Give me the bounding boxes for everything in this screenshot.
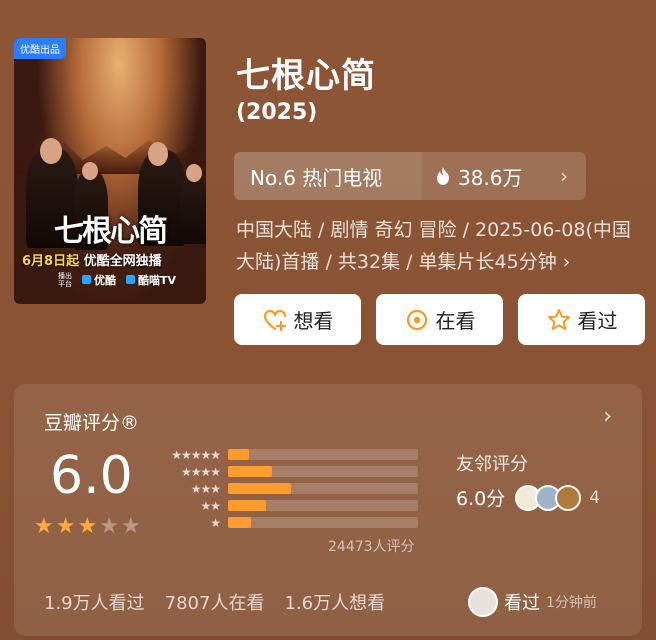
- action-buttons: 想看 在看 看过: [234, 294, 645, 345]
- heat-indicator: 38.6万 ›: [422, 162, 586, 191]
- chevron-right-icon: ›: [560, 164, 568, 188]
- star-empty-icon: ★: [120, 514, 141, 539]
- youku-original-badge: 优酷出品: [14, 38, 66, 59]
- avatar: [468, 587, 498, 617]
- recent-action: 看过: [504, 593, 540, 614]
- rating-bar-row: ★: [162, 514, 418, 531]
- rating-bar-fill: [228, 517, 251, 528]
- star-empty-icon: ★: [99, 514, 119, 539]
- poster-title-art: 七根心简: [54, 214, 168, 249]
- poster-face-back: [82, 162, 98, 180]
- recent-time: 1分钟前: [546, 595, 597, 611]
- rating-bar-fill: [228, 500, 266, 511]
- rating-bar-stars: ★★★: [190, 481, 221, 496]
- watched-count[interactable]: 1.9万人看过: [44, 589, 145, 615]
- show-meta-info[interactable]: 中国大陆 / 剧情 奇幻 冒险 / 2025-06-08(中国大陆)首播 / 共…: [236, 214, 636, 278]
- show-title: 七根心简: [236, 56, 376, 96]
- show-year: (2025): [236, 100, 318, 125]
- rating-bar-row: ★★★★★: [162, 446, 418, 463]
- rating-bar-fill: [228, 483, 291, 494]
- star-outline-icon: [547, 308, 570, 330]
- rating-bar-fill: [228, 466, 272, 477]
- poster-figure-right: [180, 174, 206, 244]
- watched-button[interactable]: 看过: [518, 294, 645, 345]
- douban-rating-heading: 豆瓣评分®: [44, 412, 140, 434]
- ranking-label: No.6 热门电视: [234, 152, 422, 200]
- rating-bar-track: [228, 449, 418, 460]
- rating-bar-track: [228, 483, 418, 494]
- rating-bar-stars: ★★: [200, 498, 221, 513]
- poster-image[interactable]: 优酷出品 七根心简 6月8日起 优酷全网独播 播出平台 优酷 酷喵TV: [14, 38, 206, 304]
- poster-face-left: [40, 138, 62, 164]
- want-count[interactable]: 1.6万人想看: [284, 589, 385, 615]
- circle-dot-icon: [406, 309, 427, 330]
- recent-activity[interactable]: 看过 1分钟前: [468, 587, 597, 617]
- friend-avatar: [555, 484, 582, 511]
- heart-plus-icon: [263, 309, 286, 331]
- heat-value: 38.6万: [458, 165, 523, 190]
- poster-face-center: [148, 142, 168, 166]
- poster-platforms: 播出平台 优酷 酷喵TV: [58, 272, 177, 288]
- rating-distribution: ★★★★★ ★★★★ ★★★ ★★ ★: [162, 446, 418, 531]
- rating-bar-stars: ★★★★★: [171, 447, 221, 462]
- star-filled-icon: ★: [77, 514, 98, 539]
- watching-count[interactable]: 7807人在看: [165, 589, 265, 615]
- rating-score: 6.0: [50, 446, 133, 506]
- rating-bar-row: ★★★: [162, 480, 418, 497]
- star-filled-icon: ★: [34, 514, 54, 539]
- rating-bar-stars: ★: [210, 515, 221, 530]
- rating-bar-fill: [228, 449, 249, 460]
- friend-count: 4: [589, 487, 601, 508]
- rating-bar-stars: ★★★★: [180, 464, 221, 479]
- rating-bar-row: ★★: [162, 497, 418, 514]
- watch-stats: 1.9万人看过 7807人在看 1.6万人想看: [44, 589, 385, 615]
- rating-bar-track: [228, 517, 418, 528]
- rating-bar-track: [228, 500, 418, 511]
- rating-stars: ★ ★ ★ ★ ★: [34, 516, 141, 538]
- rating-bar-row: ★★★★: [162, 463, 418, 480]
- chevron-right-icon[interactable]: ›: [603, 404, 612, 429]
- friend-rating-value: 6.0分: [456, 488, 506, 510]
- rating-panel[interactable]: 豆瓣评分® › 6.0 ★ ★ ★ ★ ★ ★★★★★ ★★★★ ★★★ ★★ ★ 24473人…: [14, 384, 642, 636]
- want-to-watch-button[interactable]: 想看: [234, 294, 361, 345]
- watching-button[interactable]: 在看: [376, 294, 503, 345]
- rating-bar-track: [228, 466, 418, 477]
- friend-rating-label: 友邻评分: [456, 454, 528, 475]
- rating-count: 24473人评分: [328, 539, 415, 555]
- ranking-bar[interactable]: No.6 热门电视 38.6万 ›: [234, 152, 586, 200]
- poster-face-right: [186, 164, 202, 182]
- star-filled-icon: ★: [55, 514, 76, 539]
- friend-rating[interactable]: 友邻评分 6.0分 4: [456, 450, 600, 511]
- flame-icon: [437, 167, 449, 185]
- poster-release-text: 6月8日起 优酷全网独播: [22, 254, 162, 269]
